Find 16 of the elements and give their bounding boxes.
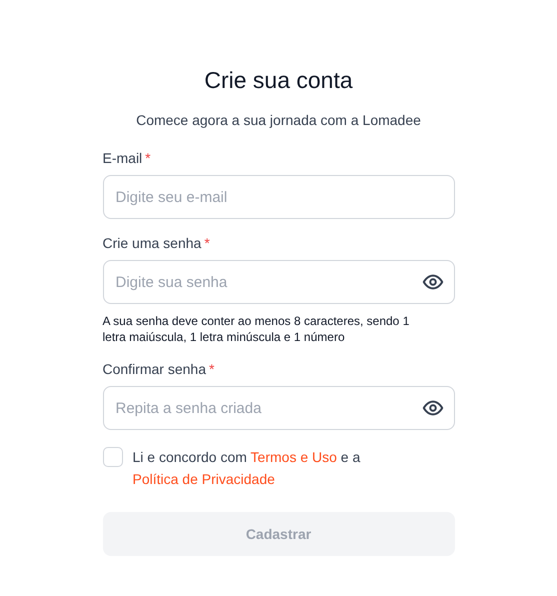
agreement-link[interactable]: Política de Privacidade [132, 471, 275, 487]
email-field[interactable]: Digite seu e-mail [102, 175, 454, 219]
agreement-link[interactable]: Termos e Uso [250, 449, 337, 465]
required-mark: * [145, 149, 151, 168]
agreement-text: Li e concordo com Termos e Uso e a Política de Privacidade [132, 448, 362, 489]
password-field[interactable]: Digite sua senha [102, 260, 454, 304]
field-label: Crie uma senha [102, 234, 202, 253]
page-subtitle: Comece agora a sua jornada com a Lomadee [136, 111, 421, 130]
password-field[interactable]: Repita a senha criada [102, 386, 454, 430]
field-label: E-mail [102, 149, 142, 168]
required-mark: * [209, 360, 214, 379]
required-mark: * [204, 234, 210, 253]
agree-checkbox[interactable] [102, 447, 122, 467]
page-title: Crie sua conta [204, 66, 353, 95]
field-label: Confirmar senha [102, 360, 206, 379]
password-hint: A sua senha deve conter ao menos 8 caracteres, sendo 1 letra maiúscula, 1 letra minúscula e 1 número [102, 313, 410, 345]
